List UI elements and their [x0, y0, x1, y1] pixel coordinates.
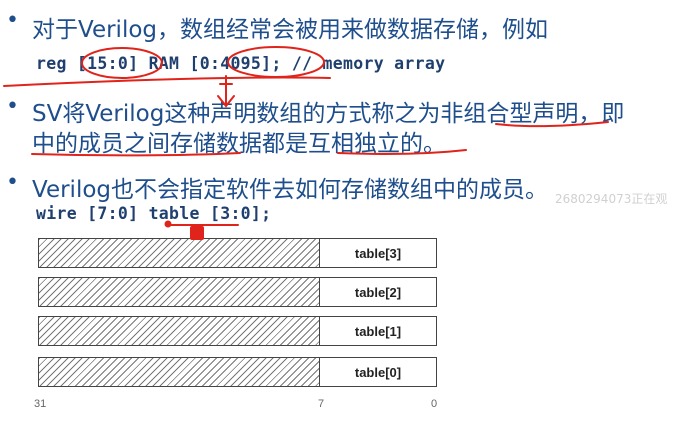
- bullet-marker-1: •: [6, 8, 19, 33]
- bullet-text-3: Verilog也不会指定软件去如何存储数组中的成员。: [32, 177, 549, 203]
- bullet-text-2-line1: SV将Verilog这种声明数组的方式称之为非组合型声明，即: [32, 101, 625, 127]
- unused-bits-3: [39, 239, 320, 267]
- row-label-2: table[2]: [354, 284, 402, 300]
- code-reg-ram: reg [15:0] RAM [0:4095]; // memory array: [36, 54, 446, 73]
- underline-annotation-ram: [3, 76, 331, 87]
- memory-row-3: table[3]: [38, 238, 437, 268]
- watermark: 2680294073正在观: [555, 192, 668, 206]
- unused-bits-1: [39, 317, 320, 345]
- axis-label-0: 0: [431, 398, 438, 410]
- code-wire-table: wire [7:0] table [3:0];: [36, 204, 272, 223]
- bullet-marker-3: •: [6, 170, 19, 195]
- bullet-marker-2: •: [6, 94, 19, 119]
- row-label-1: table[1]: [354, 323, 402, 339]
- unused-bits-2: [39, 278, 320, 306]
- axis-label-31: 31: [34, 398, 47, 410]
- unused-bits-0: [39, 358, 320, 386]
- memory-row-2: table[2]: [38, 277, 437, 307]
- bullet-text-1: 对于Verilog，数组经常会被用来做数据存储，例如: [32, 17, 549, 43]
- memory-row-1: table[1]: [38, 316, 437, 346]
- axis-label-7: 7: [318, 398, 325, 410]
- bullet-text-2-line2: 中的成员之间存储数据都是互相独立的。: [32, 131, 446, 157]
- row-label-3: table[3]: [354, 245, 402, 261]
- row-label-0: table[0]: [354, 364, 402, 380]
- memory-row-0: table[0]: [38, 357, 437, 387]
